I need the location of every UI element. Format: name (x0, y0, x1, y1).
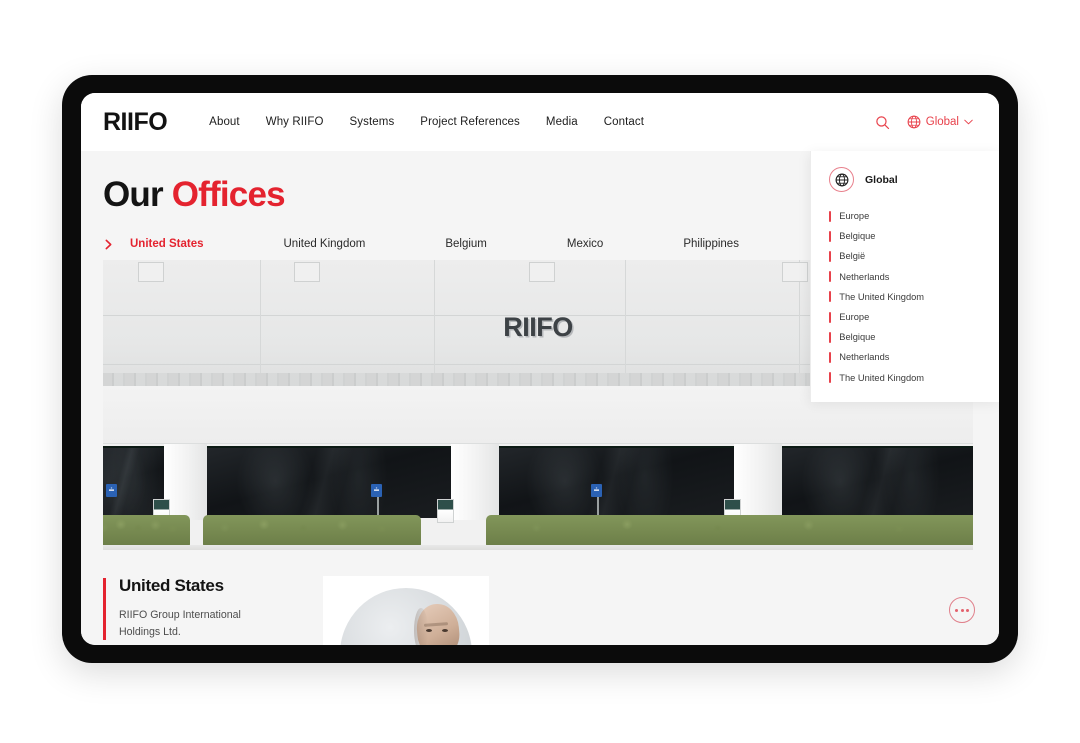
nav-item-contact[interactable]: Contact (604, 116, 644, 128)
marker-icon (829, 230, 832, 242)
page-title-accent: Offices (171, 175, 286, 214)
language-option-label: Netherlands (839, 271, 890, 282)
language-panel-title: Global (865, 173, 898, 186)
accent-bar (103, 578, 107, 640)
office-tab-belgium[interactable]: Belgium (445, 238, 487, 250)
marker-icon (829, 351, 832, 363)
language-option[interactable]: Belgique (811, 327, 999, 347)
language-option[interactable]: Belgique (811, 226, 999, 246)
page-title-plain: Our (103, 175, 172, 214)
language-option-label: The United Kingdom (839, 372, 925, 383)
language-switcher[interactable]: Global (907, 115, 973, 129)
ellipsis-dot (960, 608, 964, 612)
language-option-label: The United Kingdom (839, 291, 925, 302)
language-option[interactable]: The United Kingdom (811, 368, 999, 388)
nav-item-project-references[interactable]: Project References (420, 116, 520, 128)
chevron-down-icon (964, 119, 973, 125)
tablet-screen: RIIFO About Why RIIFO Systems Project Re… (81, 93, 999, 645)
office-tab-mexico[interactable]: Mexico (567, 238, 603, 250)
chevron-right-icon (105, 239, 112, 249)
language-option-label: Europe (839, 211, 870, 222)
avatar (340, 588, 472, 645)
building-sign-text: RIIFO (503, 312, 573, 342)
office-tab-united-states[interactable]: United States (130, 238, 204, 250)
accessibility-sign-icon (591, 484, 603, 497)
header-actions: Global (875, 115, 973, 130)
marker-icon (829, 311, 832, 323)
language-option-label: Netherlands (839, 352, 890, 363)
office-country-name: United States (119, 576, 224, 595)
language-dropdown-panel: Global Europe Belgique België Netherland… (810, 151, 999, 402)
globe-icon (829, 167, 854, 192)
marker-icon (829, 271, 832, 283)
language-label: Global (925, 116, 959, 128)
language-option[interactable]: Europe (811, 307, 999, 327)
office-tab-united-kingdom[interactable]: United Kingdom (284, 238, 366, 250)
globe-icon (907, 115, 921, 129)
language-option[interactable]: Netherlands (811, 267, 999, 287)
language-option-label: Europe (839, 312, 870, 323)
nav-item-media[interactable]: Media (546, 116, 578, 128)
site-header: RIIFO About Why RIIFO Systems Project Re… (81, 93, 999, 402)
office-tab-philippines[interactable]: Philippines (683, 238, 739, 250)
language-list: Europe Belgique België Netherlands The U… (811, 206, 999, 388)
language-option-label: Belgique (839, 231, 876, 242)
more-options-button[interactable] (949, 597, 975, 623)
marker-icon (829, 250, 832, 262)
facade-lower (103, 443, 973, 550)
nav-item-systems[interactable]: Systems (350, 116, 395, 128)
nav-item-about[interactable]: About (209, 116, 240, 128)
marker-icon (829, 291, 832, 303)
accessibility-sign-icon (370, 484, 382, 497)
accessibility-sign-icon (106, 484, 118, 497)
ellipsis-dot (955, 608, 959, 612)
office-company-name: RIIFO Group International Holdings Ltd. (119, 609, 241, 639)
language-option[interactable]: The United Kingdom (811, 287, 999, 307)
language-option[interactable]: Netherlands (811, 347, 999, 367)
marker-icon (829, 331, 832, 343)
ellipsis-dot (965, 608, 969, 612)
search-icon[interactable] (875, 115, 890, 130)
marker-icon (829, 210, 832, 222)
office-contact-photo (323, 576, 489, 645)
portrait-eye-left (425, 629, 432, 632)
language-option[interactable]: België (811, 246, 999, 266)
office-detail: United States RIIFO Group International … (103, 576, 973, 645)
tablet-device-frame: RIIFO About Why RIIFO Systems Project Re… (62, 75, 1018, 663)
globe-glyph (835, 173, 848, 186)
language-option-label: België (839, 251, 866, 262)
language-option-label: Belgique (839, 332, 876, 343)
language-option[interactable]: Europe (811, 206, 999, 226)
portrait-eye-right (441, 629, 448, 632)
nav-item-why-riifo[interactable]: Why RIIFO (266, 116, 324, 128)
main-navigation: About Why RIIFO Systems Project Referenc… (209, 116, 644, 128)
office-detail-text: United States RIIFO Group International … (103, 576, 299, 645)
language-panel-header: Global (811, 167, 999, 192)
brand-logo[interactable]: RIIFO (103, 109, 168, 135)
marker-icon (829, 372, 832, 384)
